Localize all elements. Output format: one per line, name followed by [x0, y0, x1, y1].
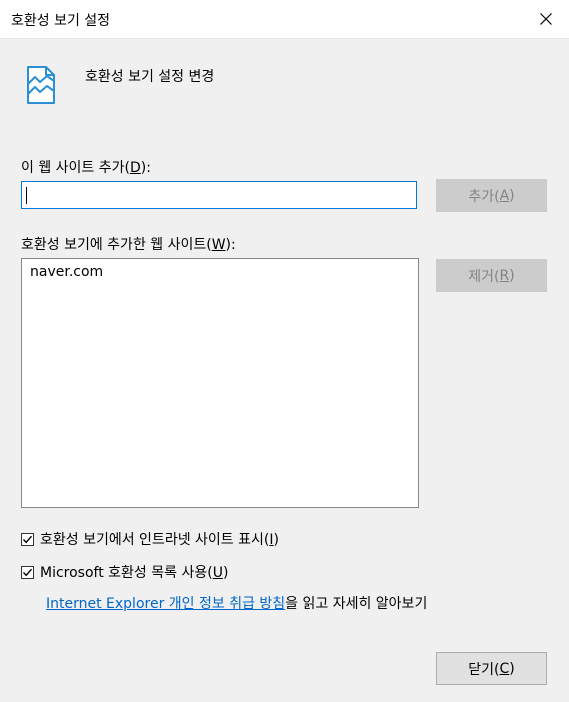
intranet-label: 호환성 보기에서 인트라넷 사이트 표시(I) [40, 532, 279, 548]
list-item[interactable]: naver.com [30, 264, 103, 280]
checkmark-icon [22, 568, 33, 576]
sites-list-label: 호환성 보기에 추가한 웹 사이트(W): [21, 237, 236, 253]
sites-listbox[interactable]: naver.com [21, 258, 419, 508]
title-bar: 호환성 보기 설정 [0, 0, 569, 39]
window-title: 호환성 보기 설정 [11, 13, 111, 29]
add-site-input[interactable] [21, 181, 417, 209]
add-button[interactable]: 추가(A) [436, 179, 547, 212]
microsoft-list-label: Microsoft 호환성 목록 사용(U) [40, 565, 229, 581]
broken-page-icon [27, 66, 55, 104]
text-caret [26, 187, 27, 204]
close-button[interactable] [523, 0, 569, 38]
microsoft-list-option[interactable]: Microsoft 호환성 목록 사용(U) [21, 562, 228, 582]
close-dialog-button[interactable]: 닫기(C) [436, 652, 547, 685]
close-icon [540, 13, 552, 25]
checkmark-icon [22, 535, 33, 543]
privacy-suffix: 을 읽고 자세히 알아보기 [285, 596, 428, 612]
remove-button[interactable]: 제거(R) [436, 259, 547, 292]
privacy-row: Internet Explorer 개인 정보 취급 방침을 읽고 자세히 알아… [46, 593, 427, 613]
privacy-link[interactable]: Internet Explorer 개인 정보 취급 방침 [46, 596, 285, 612]
microsoft-list-checkbox[interactable] [21, 565, 34, 579]
add-site-label: 이 웹 사이트 추가(D): [21, 160, 151, 176]
intranet-option[interactable]: 호환성 보기에서 인트라넷 사이트 표시(I) [21, 529, 279, 549]
intranet-checkbox[interactable] [21, 532, 34, 546]
header-text: 호환성 보기 설정 변경 [85, 69, 215, 85]
